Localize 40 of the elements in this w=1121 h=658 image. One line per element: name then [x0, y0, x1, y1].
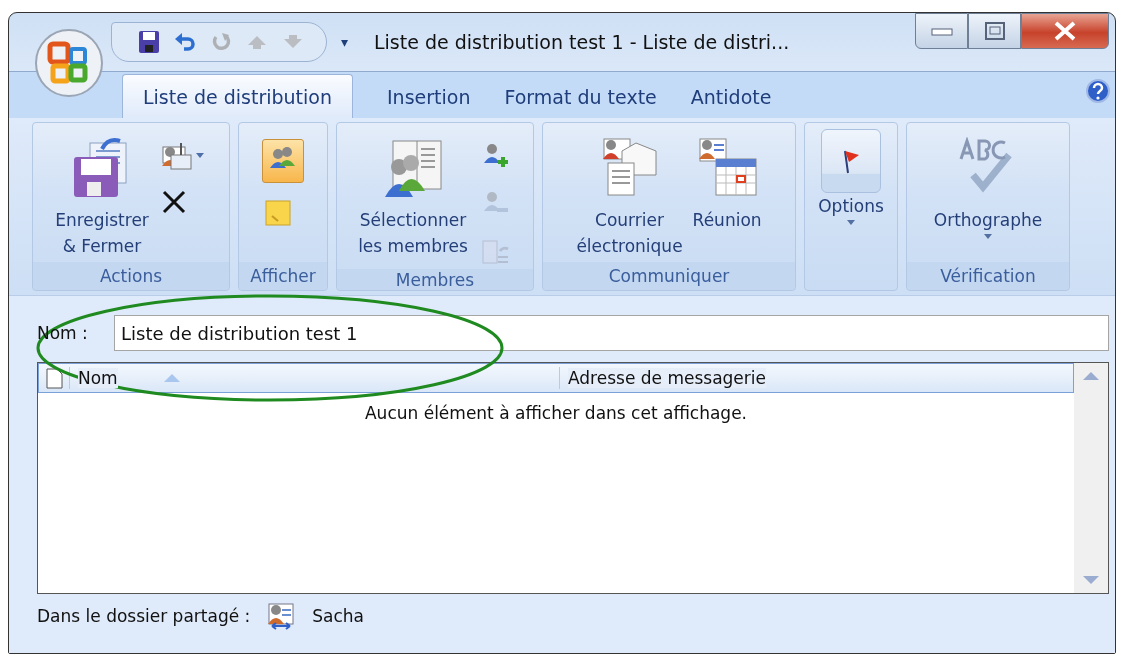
maximize-button[interactable] — [968, 13, 1021, 49]
office-button[interactable] — [33, 27, 105, 99]
ribbon-tab[interactable]: Insertion — [387, 74, 471, 118]
close-button[interactable] — [1021, 13, 1109, 49]
group-label: Vérification — [907, 262, 1069, 290]
ribbon-tab[interactable]: Format du texte — [504, 74, 657, 118]
ribbon-button[interactable]: Enregistrer & Fermer — [55, 129, 149, 262]
ribbon-button[interactable]: Courrier électronique — [576, 129, 683, 262]
name-input-field[interactable]: Liste de distribution test 1 — [114, 315, 1109, 351]
column-header[interactable]: Nom — [69, 367, 559, 389]
ribbon-button[interactable]: Orthographe — [933, 129, 1043, 262]
ribbon-button[interactable]: Réunion — [692, 129, 762, 262]
calendar-icon — [696, 137, 759, 199]
group-label: Communiquer — [543, 262, 795, 290]
folder-name: Sacha — [312, 606, 365, 626]
scrollbar[interactable] — [1074, 363, 1108, 593]
delete-icon — [160, 189, 187, 215]
sticky-note-icon — [264, 199, 292, 227]
ribbon-tab[interactable]: Antidote — [690, 74, 772, 118]
maximize-icon — [984, 22, 1005, 40]
group-label: Membres — [337, 269, 533, 290]
group-label: Afficher — [239, 262, 327, 290]
scroll-up-icon[interactable] — [1082, 371, 1100, 381]
close-icon — [1053, 21, 1077, 41]
minimize-icon — [930, 26, 953, 36]
ribbon-button[interactable]: Options — [818, 129, 884, 262]
undo-icon[interactable] — [174, 31, 196, 53]
group-label: Actions — [33, 262, 229, 290]
scroll-down-icon[interactable] — [1082, 575, 1100, 585]
refresh-list-icon — [479, 237, 510, 267]
empty-list-message: Aucun élément à afficher dans cet affichage. — [364, 403, 748, 423]
folder-label: Dans le dossier partagé : — [37, 606, 251, 626]
ribbon-button[interactable]: Sélectionner les membres — [358, 129, 468, 269]
contact-card-icon — [160, 141, 193, 171]
help-icon[interactable] — [1085, 78, 1111, 104]
window-title: Liste de distribution test 1 - Liste de distri... — [374, 31, 790, 53]
ribbon-tab[interactable]: Liste de distribution — [122, 74, 353, 118]
minimize-button[interactable] — [915, 13, 968, 49]
customize-toolbar-button[interactable]: ▾ — [341, 34, 348, 50]
shared-contacts-icon — [266, 602, 297, 630]
